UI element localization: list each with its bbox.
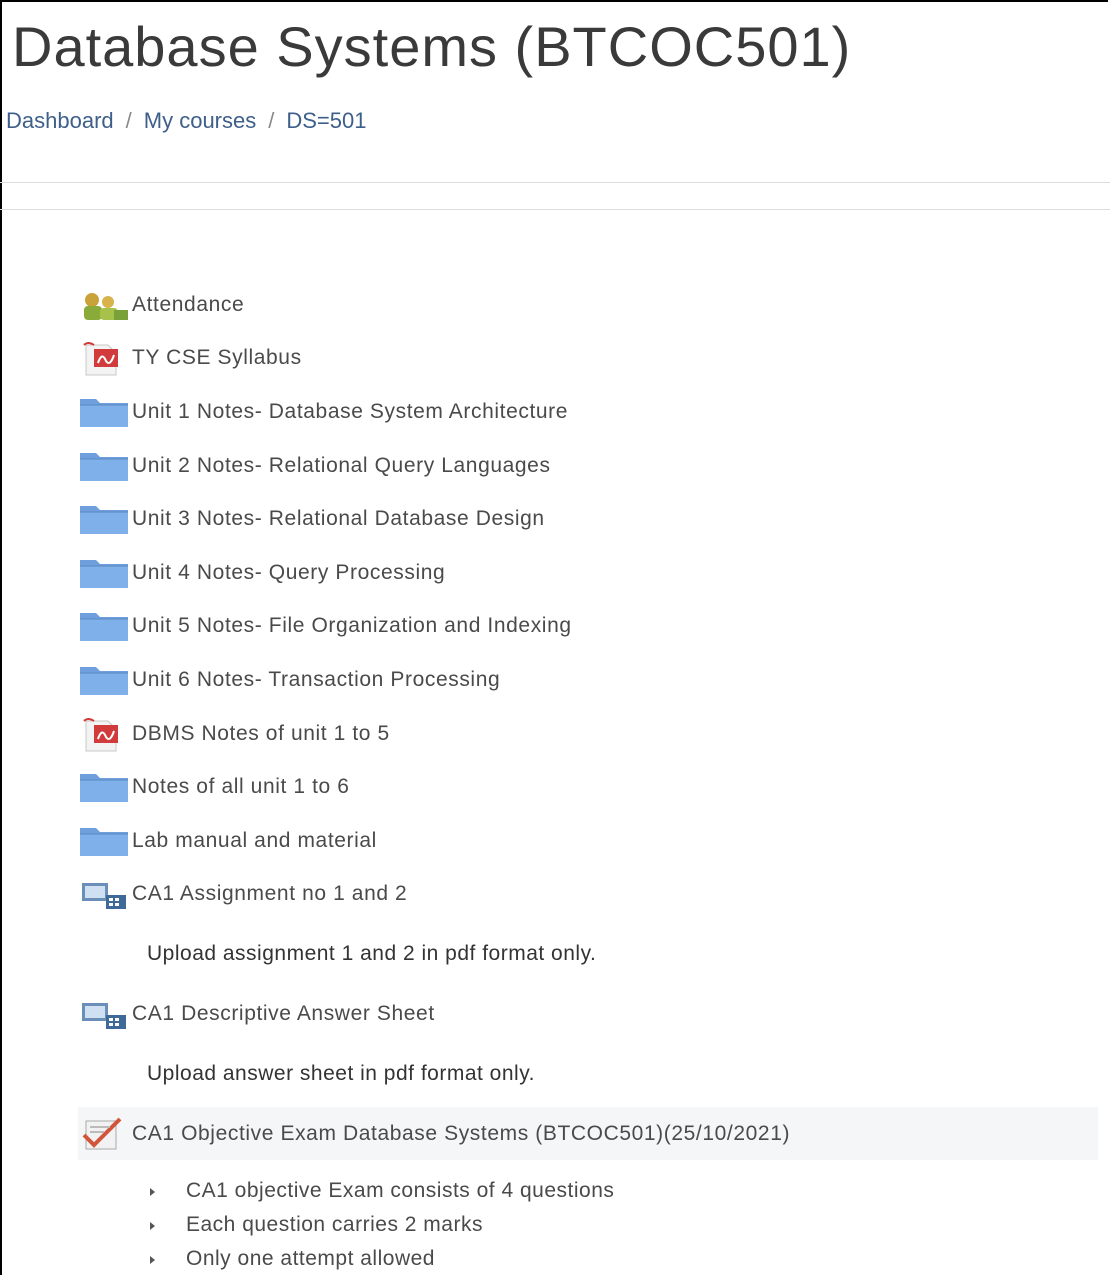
quiz-icon xyxy=(78,1115,132,1153)
activity-item[interactable]: Unit 2 Notes- Relational Query Languages xyxy=(78,439,1098,493)
breadcrumb-my-courses[interactable]: My courses xyxy=(144,108,256,133)
list-item-text: Each question carries 2 marks xyxy=(186,1213,483,1237)
bullet-icon xyxy=(150,1188,155,1197)
list-item-text: CA1 objective Exam consists of 4 questio… xyxy=(186,1179,615,1203)
activity-item[interactable]: Lab manual and material xyxy=(78,814,1098,868)
breadcrumb: Dashboard / My courses / DS=501 xyxy=(6,108,367,134)
activity-link[interactable]: Lab manual and material xyxy=(132,829,377,853)
bullet-icon xyxy=(150,1256,155,1265)
list-item: Only one attempt allowed xyxy=(150,1242,1098,1276)
activity-link[interactable]: Unit 2 Notes- Relational Query Languages xyxy=(132,454,551,478)
page-title: Database Systems (BTCOC501) xyxy=(12,15,852,78)
pdf-icon xyxy=(78,339,132,377)
activity-link[interactable]: Attendance xyxy=(132,293,244,317)
activity-item[interactable]: CA1 Descriptive Answer Sheet xyxy=(78,987,1098,1041)
activity-description: Upload answer sheet in pdf format only. xyxy=(147,1061,535,1085)
folder-icon xyxy=(78,500,132,538)
folder-icon xyxy=(78,768,132,806)
folder-icon xyxy=(78,822,132,860)
bullet-icon xyxy=(150,1222,155,1231)
divider xyxy=(0,182,1110,183)
activity-link[interactable]: DBMS Notes of unit 1 to 5 xyxy=(132,722,390,746)
activity-link[interactable]: CA1 Assignment no 1 and 2 xyxy=(132,882,407,906)
activity-link[interactable]: Unit 3 Notes- Relational Database Design xyxy=(132,507,545,531)
activity-item[interactable]: Unit 6 Notes- Transaction Processing xyxy=(78,653,1098,707)
pdf-icon xyxy=(78,715,132,753)
activity-link[interactable]: Unit 6 Notes- Transaction Processing xyxy=(132,668,500,692)
breadcrumb-course[interactable]: DS=501 xyxy=(286,108,366,133)
activity-link[interactable]: TY CSE Syllabus xyxy=(132,346,302,370)
activity-description: Upload assignment 1 and 2 in pdf format … xyxy=(147,942,597,966)
assignment-icon xyxy=(78,875,132,913)
activity-item[interactable]: CA1 Assignment no 1 and 2 xyxy=(78,868,1098,922)
activity-link[interactable]: Unit 5 Notes- File Organization and Inde… xyxy=(132,614,572,638)
folder-icon xyxy=(78,447,132,485)
activity-link[interactable]: Notes of all unit 1 to 6 xyxy=(132,775,350,799)
activity-link[interactable]: Unit 4 Notes- Query Processing xyxy=(132,561,445,585)
activity-item[interactable]: Unit 1 Notes- Database System Architectu… xyxy=(78,385,1098,439)
folder-icon xyxy=(78,393,132,431)
activity-item[interactable]: DBMS Notes of unit 1 to 5 xyxy=(78,707,1098,761)
attendance-icon xyxy=(78,286,132,324)
activity-item[interactable]: Unit 3 Notes- Relational Database Design xyxy=(78,492,1098,546)
activity-item[interactable]: TY CSE Syllabus xyxy=(78,332,1098,386)
activity-item[interactable]: Attendance xyxy=(78,278,1098,332)
breadcrumb-dashboard[interactable]: Dashboard xyxy=(6,108,114,133)
activity-link[interactable]: CA1 Objective Exam Database Systems (BTC… xyxy=(132,1122,790,1146)
list-item: CA1 objective Exam consists of 4 questio… xyxy=(150,1174,1098,1208)
folder-icon xyxy=(78,661,132,699)
activity-link[interactable]: CA1 Descriptive Answer Sheet xyxy=(132,1002,435,1026)
breadcrumb-separator: / xyxy=(125,108,132,133)
course-activities: Attendance TY CSE Syllabus Unit 1 Notes- D… xyxy=(78,278,1098,1276)
folder-icon xyxy=(78,607,132,645)
activity-item[interactable]: Notes of all unit 1 to 6 xyxy=(78,760,1098,814)
activity-item[interactable]: CA1 Objective Exam Database Systems (BTC… xyxy=(78,1106,1098,1161)
divider xyxy=(0,209,1110,210)
activity-link[interactable]: Unit 1 Notes- Database System Architectu… xyxy=(132,400,568,424)
activity-item[interactable]: Unit 4 Notes- Query Processing xyxy=(78,546,1098,600)
list-item-text: Only one attempt allowed xyxy=(186,1247,435,1271)
folder-icon xyxy=(78,554,132,592)
list-item: Each question carries 2 marks xyxy=(150,1208,1098,1242)
activity-item[interactable]: Unit 5 Notes- File Organization and Inde… xyxy=(78,600,1098,654)
quiz-rules-list: CA1 objective Exam consists of 4 questio… xyxy=(78,1174,1098,1276)
assignment-icon xyxy=(78,995,132,1033)
breadcrumb-separator: / xyxy=(268,108,275,133)
